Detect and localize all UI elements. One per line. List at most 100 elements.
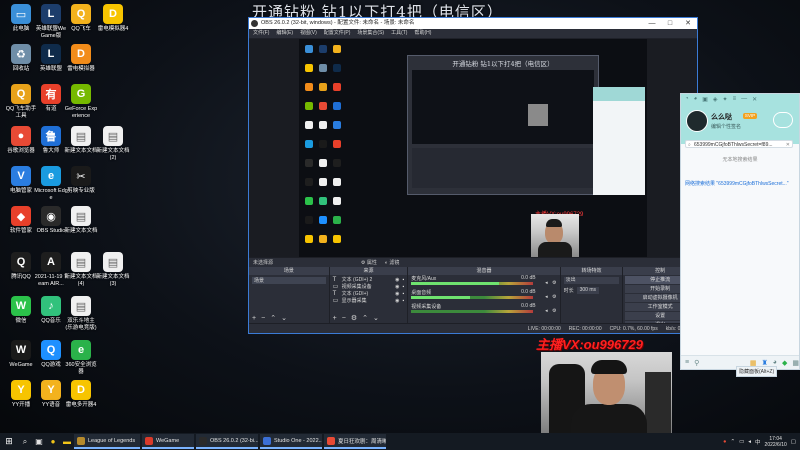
source-settings-icon[interactable]: ⚙ <box>351 314 357 323</box>
desktop-icon[interactable]: ▤ 新建文本文档 <box>64 206 98 235</box>
desktop-icon[interactable]: 有有道 <box>34 84 68 113</box>
volume-icon[interactable]: ◂ <box>748 439 751 445</box>
source-item[interactable]: ▭ 显示器采集 ◉ ▪ <box>333 298 405 305</box>
source-item[interactable]: T 文本 (GDI+) 2 ◉ ▪ <box>333 277 405 284</box>
visibility-icon[interactable]: ◉ <box>395 298 399 305</box>
desktop-icon[interactable]: 鲁鲁大师 <box>34 126 68 155</box>
mixer-settings-icon[interactable]: ⚙ <box>552 294 556 300</box>
desktop-icon[interactable]: D 雷电多开器4 <box>64 380 98 409</box>
lock-icon[interactable]: ▪ <box>403 277 405 284</box>
grid-icon[interactable]: ▦ <box>792 359 799 367</box>
obs-titlebar[interactable]: OBS 26.0.2 (32-bit, windows) - 配置文件: 未命名… <box>249 18 697 29</box>
add-scene-button[interactable]: + <box>252 314 256 323</box>
obs-preview[interactable]: 开通钻粉 钻1以下打4把（电信区） 主播VX:ou996729 <box>249 39 697 257</box>
obs-menu-item[interactable]: 场景集合(S) <box>357 29 384 38</box>
taskbar-app[interactable]: WeGame <box>142 434 194 449</box>
network-icon[interactable]: ▭ <box>739 439 744 445</box>
add-friend-icon[interactable]: ⚲ <box>694 359 699 367</box>
star-icon[interactable]: ✦ <box>723 96 728 103</box>
mixer-settings-icon[interactable]: ⚙ <box>552 308 556 314</box>
clock[interactable]: 17:04 2022/6/10 <box>765 436 787 448</box>
desktop-icon[interactable]: D 雷电模拟器4 <box>96 4 130 33</box>
desktop-icon[interactable]: ▤ 新建文本文档(2) <box>96 126 130 161</box>
lock-icon[interactable]: ▪ <box>403 284 405 291</box>
menu-icon[interactable]: ≡ <box>733 96 737 103</box>
close-icon[interactable]: ✕ <box>679 18 697 29</box>
desktop-icon[interactable]: W WeGame <box>4 340 38 369</box>
source-item[interactable]: T 文本 (GDI+) ◉ ▪ <box>333 291 405 298</box>
shirt-icon[interactable]: ◕ <box>694 96 698 103</box>
search-input[interactable]: ⌕ 653999mCGjfoBThlwsSecret=f89... ✕ <box>685 140 793 148</box>
taskbar-app[interactable]: League of Legends <box>74 434 140 449</box>
lock-icon[interactable]: ▪ <box>403 291 405 298</box>
obs-menu-item[interactable]: 工具(T) <box>391 29 407 38</box>
speaker-icon[interactable]: ◂ <box>545 308 548 314</box>
avatar[interactable] <box>686 110 708 132</box>
remove-scene-button[interactable]: − <box>261 314 265 323</box>
web-search-link[interactable]: 网络搜索结果 "653999mCGjfoBThlwsSecret..." <box>685 180 797 187</box>
visibility-icon[interactable]: ◉ <box>395 277 399 284</box>
mixer-settings-icon[interactable]: ⚙ <box>552 280 556 286</box>
transition-select[interactable]: 淡出 <box>563 277 620 284</box>
desktop-icon[interactable]: ✂ 剪映专业版 <box>64 166 98 195</box>
desktop-icon[interactable]: e Microsoft Edge <box>34 166 68 201</box>
move-up-button[interactable]: ⌃ <box>270 314 276 323</box>
desktop-icon[interactable]: ◉ OBS Studio <box>34 206 68 235</box>
desktop-icon[interactable]: Q QQ飞车 <box>64 4 98 33</box>
close-icon[interactable]: ✕ <box>752 96 757 103</box>
obs-menu-item[interactable]: 编辑(E) <box>276 29 293 38</box>
obs-menu-item[interactable]: 视图(V) <box>300 29 317 38</box>
maximize-icon[interactable]: □ <box>661 18 679 29</box>
visibility-icon[interactable]: ◉ <box>395 284 399 291</box>
speaker-icon[interactable]: ◂ <box>545 280 548 286</box>
desktop-icon[interactable]: Q 腾讯QQ <box>4 252 38 281</box>
desktop-icon[interactable]: ▭ 此电脑 <box>4 4 38 33</box>
desktop-icon[interactable]: L 英雄联盟 <box>34 44 68 73</box>
skin-icon[interactable]: ◔ <box>685 96 689 103</box>
move-down-button[interactable]: ⌄ <box>281 314 287 323</box>
minimize-icon[interactable]: — <box>741 96 747 103</box>
visibility-icon[interactable]: ◉ <box>395 291 399 298</box>
desktop-icon[interactable]: ◆ 软件管家 <box>4 206 38 235</box>
desktop-icon[interactable]: Y YY开播 <box>4 380 38 409</box>
green-app-icon[interactable]: ◆ <box>782 359 787 367</box>
obs-window[interactable]: OBS 26.0.2 (32-bit, windows) - 配置文件: 未命名… <box>248 17 698 334</box>
duration-input[interactable]: 300 ms <box>576 287 600 294</box>
chat-window[interactable]: ◔ ◕ ▣ ◈ ✦ ≡ — ✕ 么么哒 SVIP 编辑个性签名 ⌕ 653999… <box>680 93 800 370</box>
desktop-icon[interactable]: ♪ QQ音乐 <box>34 296 68 325</box>
desktop-icon[interactable]: W 微信 <box>4 296 38 325</box>
desktop-icon[interactable]: ▤ 新建文本文档(4) <box>64 252 98 287</box>
tray-up-icon[interactable]: ⌃ <box>730 439 735 445</box>
clear-search-icon[interactable]: ✕ <box>785 141 790 147</box>
penguin-icon[interactable]: ◕ <box>773 359 777 366</box>
search-icon[interactable]: ⌕ <box>18 437 32 447</box>
taskbar-app[interactable]: OBS 26.0.2 (32-bi... <box>196 434 258 449</box>
desktop-icon[interactable]: ♻ 回收站 <box>4 44 38 73</box>
desktop-icon[interactable]: A 2021-11-19 Team AIR... <box>34 252 68 287</box>
ime-icon[interactable]: 中 <box>755 438 761 446</box>
desktop-icon[interactable]: Q QQ飞车助手工具 <box>4 84 38 119</box>
desktop-icon[interactable]: D 雷电模拟器 <box>64 44 98 73</box>
remove-source-button[interactable]: − <box>342 314 346 323</box>
add-source-button[interactable]: + <box>333 314 337 323</box>
gift-icon[interactable]: ▣ <box>702 96 708 103</box>
move-down-button[interactable]: ⌄ <box>373 314 379 323</box>
obs-menu-item[interactable]: 文件(F) <box>253 29 269 38</box>
desktop-icon[interactable]: Y YY语音 <box>34 380 68 409</box>
desktop-icon[interactable]: ▤ 双乐斗地主(乐游电竞版) <box>64 296 98 331</box>
obs-menu-item[interactable]: 配置文件(P) <box>324 29 351 38</box>
notification-icon[interactable]: ▢ <box>791 439 796 445</box>
desktop-icon[interactable]: ● 谷歌浏览器 <box>4 126 38 155</box>
desktop-icon[interactable]: L 英雄联盟WeGame版 <box>34 4 68 39</box>
signature-text[interactable]: 编辑个性签名 <box>711 123 741 130</box>
desktop-icon[interactable]: ▤ 新建文本文档 <box>64 126 98 155</box>
task-view-icon[interactable]: ▣ <box>32 437 46 446</box>
desktop-icon[interactable]: V 电脑管家 <box>4 166 38 195</box>
speaker-icon[interactable]: ◂ <box>545 294 548 300</box>
source-item[interactable]: ▭ 视频采集设备 ◉ ▪ <box>333 284 405 291</box>
move-up-button[interactable]: ⌃ <box>362 314 368 323</box>
explorer-icon[interactable]: ▬ <box>60 437 74 446</box>
taskbar-app[interactable]: Studio One - 2022... <box>260 434 322 449</box>
chrome-icon[interactable]: ● <box>46 437 60 446</box>
scene-item[interactable]: 场景 <box>252 277 326 284</box>
